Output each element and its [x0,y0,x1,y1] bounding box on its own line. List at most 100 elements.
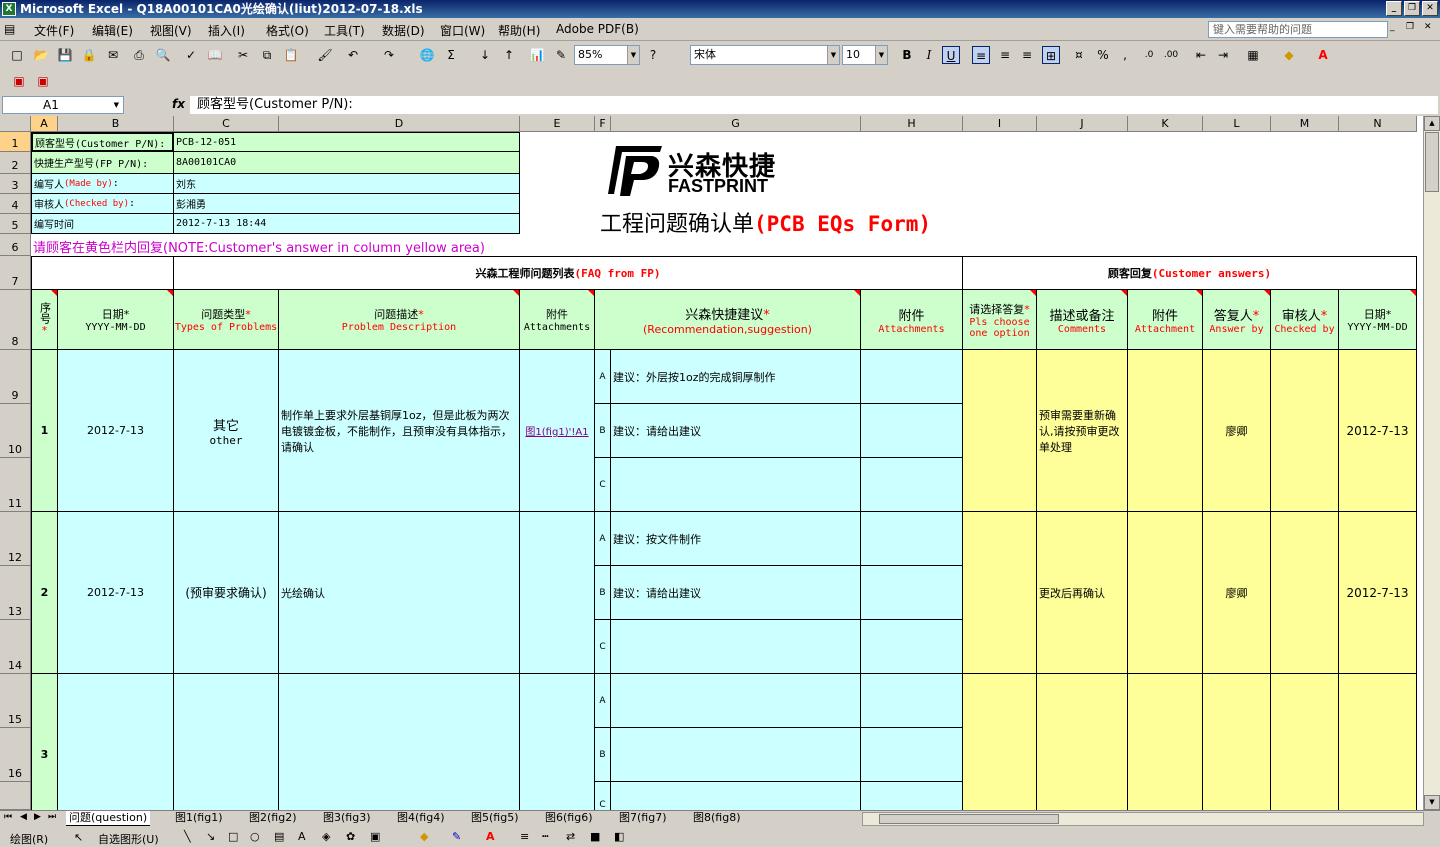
vertical-scrollbar[interactable]: ▲ ▼ [1423,116,1440,810]
font-color-icon[interactable]: A [1314,46,1332,64]
merge-center-button[interactable]: ⊞ [1042,46,1060,64]
permission-icon[interactable]: 🔒 [80,46,98,64]
customer-pn-value[interactable]: PCB-12-051 [174,132,520,152]
answer-checked-by[interactable] [1271,674,1339,810]
seq-header[interactable]: 序号 * [31,290,58,350]
underline-button[interactable]: U [942,46,960,64]
last-sheet-icon[interactable]: ⏭ [48,812,56,822]
prev-sheet-icon[interactable]: ◀ [20,812,27,822]
percent-icon[interactable]: % [1094,46,1112,64]
made-by-label[interactable]: 编写人 (Made by): [31,174,174,194]
menu-edit[interactable]: 编辑(E) [92,22,133,39]
scroll-thumb[interactable] [1425,132,1439,192]
increase-decimal-icon[interactable]: .0 [1140,46,1158,64]
sheet-tab-fig6[interactable]: 图6(fig6) [542,811,596,826]
answer-choice-cell[interactable] [963,674,1037,810]
column-header-m[interactable]: M [1271,116,1339,132]
undo-icon[interactable]: ↶ [344,46,362,64]
redo-icon[interactable]: ↷ [380,46,398,64]
textbox-icon[interactable]: ▤ [274,830,284,843]
column-header-j[interactable]: J [1037,116,1128,132]
row-header[interactable]: 7 [0,256,31,290]
fx-icon[interactable]: fx [172,97,185,111]
column-header-k[interactable]: K [1128,116,1203,132]
font-select[interactable]: 宋体 ▼ [690,45,840,65]
sheet-tab-fig5[interactable]: 图5(fig5) [468,811,522,826]
answer-date[interactable] [1339,674,1417,810]
attachment-link[interactable] [520,512,595,674]
next-sheet-icon[interactable]: ▶ [34,812,41,822]
option-attachment[interactable] [861,512,963,566]
arrow-style-icon[interactable]: ⇄ [566,830,575,843]
customer-pn-label[interactable]: 顾客型号(Customer P/N): [31,132,174,152]
attachments2-header[interactable]: 附件 Attachments [861,290,963,350]
column-header-f[interactable]: F [595,116,611,132]
sheet-tab-fig3[interactable]: 图3(fig3) [320,811,374,826]
menu-window[interactable]: 窗口(W) [440,22,485,39]
doc-restore-button[interactable]: ❐ [1406,22,1414,32]
date-written-value[interactable]: 2012-7-13 18:44 [174,214,520,234]
answer-date[interactable]: 2012-7-13 [1339,512,1417,674]
answer-checked-by[interactable] [1271,350,1339,512]
copy-icon[interactable]: ⧉ [258,46,276,64]
date-written-label[interactable]: 编写时间 [31,214,174,234]
horizontal-scrollbar[interactable] [862,812,1424,826]
customer-note[interactable]: 请顾客在黄色栏内回复(NOTE:Customer's answer in col… [33,237,485,256]
decrease-indent-icon[interactable]: ⇤ [1192,46,1210,64]
doc-icon[interactable]: ▤ [4,22,15,36]
question-date[interactable] [58,674,174,810]
sheet-tab-fig1[interactable]: 图1(fig1) [172,811,226,826]
answer-checked-by[interactable] [1271,512,1339,674]
row-header[interactable]: 2 [0,152,31,174]
autoshapes-menu[interactable]: 自选图形(U) [98,831,159,847]
column-header-i[interactable]: I [963,116,1037,132]
align-left-button[interactable]: ≡ [972,46,990,64]
answer-by-header[interactable]: 答复人* Answer by [1203,290,1271,350]
column-header-n[interactable]: N [1339,116,1417,132]
minimize-button[interactable]: _ [1386,1,1402,16]
email-icon[interactable]: ✉ [104,46,122,64]
font-size-select[interactable]: 10 ▼ [842,45,888,65]
font-color-icon[interactable]: A [486,830,495,843]
diagram-icon[interactable]: ◈ [322,830,330,843]
scroll-thumb[interactable] [879,814,1059,824]
doc-close-button[interactable]: ✕ [1424,22,1432,32]
shadow-icon[interactable]: ■ [590,830,600,843]
sheet-tab-fig8[interactable]: 图8(fig8) [690,811,744,826]
row-header[interactable]: 4 [0,194,31,214]
row-header[interactable]: 16 [0,728,31,782]
new-icon[interactable]: □ [8,46,26,64]
answer-choice-cell[interactable] [963,512,1037,674]
bold-button[interactable]: B [898,46,916,64]
attachment3-header[interactable]: 附件 Attachment [1128,290,1203,350]
sheet-tab-fig7[interactable]: 图7(fig7) [616,811,670,826]
scroll-up-icon[interactable]: ▲ [1424,116,1440,131]
save-icon[interactable]: 💾 [56,46,74,64]
zoom-select[interactable]: 85% ▼ [574,45,640,65]
arrow-icon[interactable]: ↘ [206,830,215,843]
answer-comment[interactable] [1037,674,1128,810]
print-icon[interactable]: ⎙ [130,46,148,64]
answer-by[interactable]: 廖卿 [1203,350,1271,512]
recommendation-header[interactable]: 兴森快捷建议* (Recommendation,suggestion) [595,290,861,350]
menu-view[interactable]: 视图(V) [150,22,192,39]
oval-icon[interactable]: ○ [250,830,260,843]
option-text[interactable]: 建议：请给出建议 [611,566,861,620]
format-painter-icon[interactable]: 🖌 [316,46,334,64]
column-header-a[interactable]: A [31,116,58,132]
row-header[interactable]: 8 [0,290,31,350]
line-style-icon[interactable]: ≡ [520,830,529,843]
close-button[interactable]: ✕ [1422,1,1438,16]
pdf-email-icon[interactable]: ▣ [34,72,52,90]
column-header-b[interactable]: B [58,116,174,132]
attachments-header[interactable]: 附件 Attachments [520,290,595,350]
option-attachment[interactable] [861,674,963,728]
menu-data[interactable]: 数据(D) [382,22,425,39]
answer-attachment[interactable] [1128,512,1203,674]
sheet-tab-fig4[interactable]: 图4(fig4) [394,811,448,826]
chart-wizard-icon[interactable]: 📊 [528,46,546,64]
question-description[interactable] [279,674,520,810]
menu-tools[interactable]: 工具(T) [324,22,365,39]
column-header-h[interactable]: H [861,116,963,132]
name-box[interactable]: A1 ▼ [2,96,124,114]
